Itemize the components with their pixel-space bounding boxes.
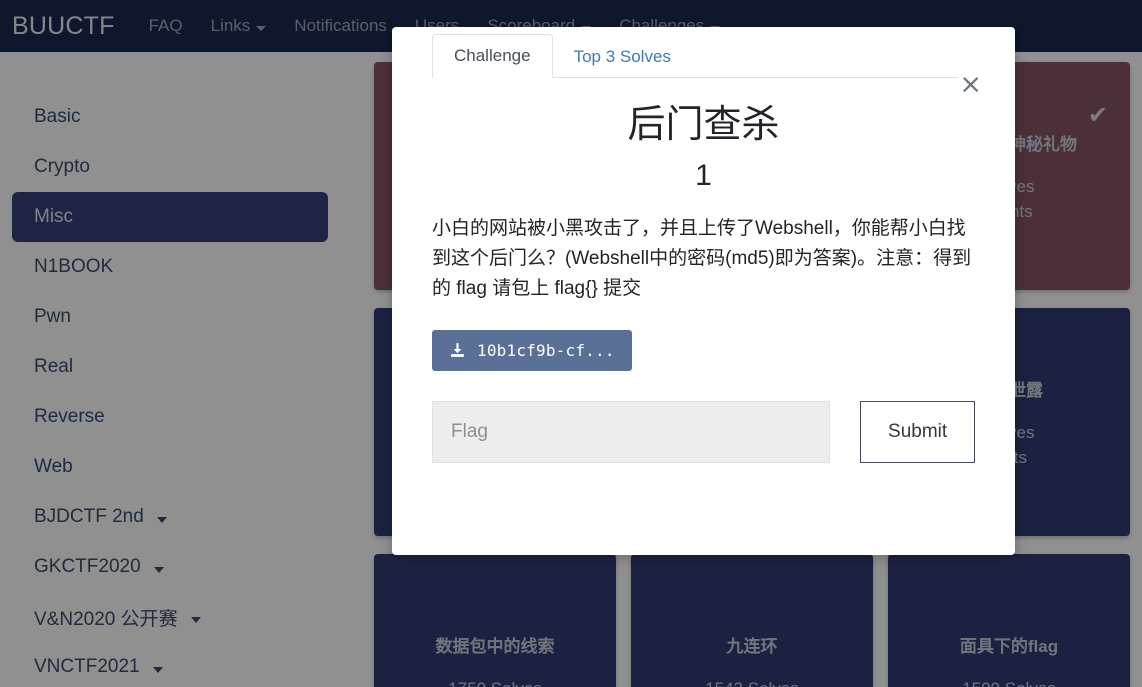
challenge-point-value: 1 [695,158,712,192]
modal-header: Challenge Top 3 Solves × [392,27,1015,98]
tab-top-3-solves[interactable]: Top 3 Solves [553,36,692,78]
flag-input[interactable] [432,400,831,463]
challenge-modal: Challenge Top 3 Solves × 后门查杀 1 小白的网站被小黑… [392,27,1015,555]
tab-challenge[interactable]: Challenge [432,33,553,78]
submit-button[interactable]: Submit [860,400,975,463]
close-icon[interactable]: × [959,71,982,98]
answer-row: Submit [432,400,975,463]
modal-body: 后门查杀 1 小白的网站被小黑攻击了，并且上传了Webshell，你能帮小白找到… [392,104,1015,463]
challenge-title: 后门查杀 [627,104,780,146]
modal-tablist: Challenge Top 3 Solves [432,27,958,78]
page-root: BUUCTF FAQ Links Notifications Users Sco… [0,0,1142,687]
download-attachment-button[interactable]: 10b1cf9b-cf... [432,329,632,371]
download-attachment-label: 10b1cf9b-cf... [477,340,615,360]
attachment-row: 10b1cf9b-cf... [432,329,975,371]
download-icon [449,342,466,359]
challenge-description: 小白的网站被小黑攻击了，并且上传了Webshell，你能帮小白找到这个后门么？(… [432,217,972,299]
